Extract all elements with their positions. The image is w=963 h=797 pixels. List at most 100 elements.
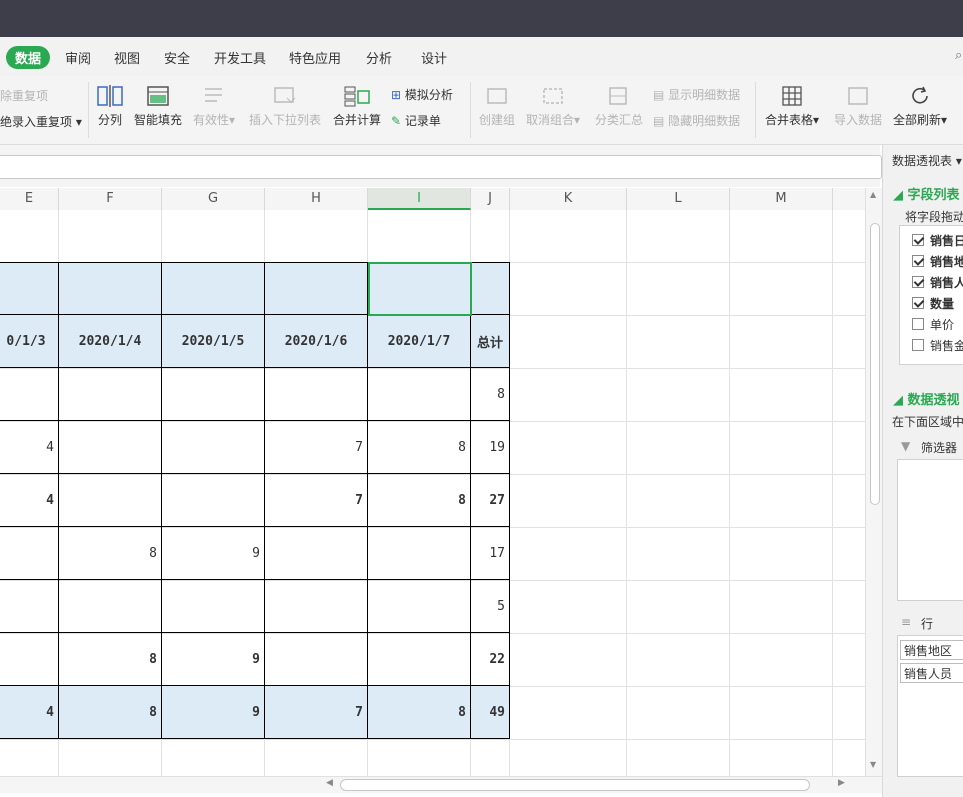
pivot-data-cell[interactable]: 7 — [265, 474, 368, 527]
pivot-data-cell[interactable]: 8 — [368, 474, 471, 527]
pivot-column-header-cell[interactable]: 2020/1/7 — [368, 315, 471, 368]
pivot-total-cell[interactable]: 4 — [0, 686, 59, 739]
pivot-panel-title[interactable]: 数据透视表 ▾ — [892, 152, 962, 169]
import-data-button[interactable]: 导入数据 — [834, 85, 882, 128]
tab-developer[interactable]: 开发工具 — [214, 48, 266, 67]
validity-button[interactable]: 有效性▾ — [193, 85, 235, 128]
pivot-data-cell[interactable] — [162, 368, 265, 421]
pivot-header-blank-cell[interactable] — [471, 262, 510, 315]
field-checkbox-4[interactable] — [912, 318, 924, 330]
column-header-h[interactable]: H — [265, 188, 368, 210]
pivot-column-header-cell[interactable]: 2020/1/6 — [265, 315, 368, 368]
pivot-data-cell[interactable]: 9 — [162, 527, 265, 580]
tab-data[interactable]: 数据 — [6, 46, 51, 69]
pivot-data-cell[interactable] — [0, 633, 59, 686]
pivot-data-cell[interactable] — [162, 421, 265, 474]
pivot-data-cell[interactable] — [59, 368, 162, 421]
reject-duplicates-button[interactable]: 拒绝录入重复项 ▾ — [0, 113, 82, 130]
pivot-areas-section[interactable]: ◢ 数据透视 — [893, 389, 960, 408]
column-header-l[interactable]: L — [627, 188, 730, 210]
column-header-m[interactable]: M — [730, 188, 833, 210]
pivot-data-cell[interactable] — [0, 368, 59, 421]
pivot-column-header-cell[interactable]: 总计 — [471, 315, 510, 368]
search-icon[interactable]: ⌕ — [955, 48, 962, 63]
row-field-tag-0[interactable]: 销售地区 — [900, 640, 963, 660]
pivot-data-cell[interactable] — [368, 633, 471, 686]
field-checkbox-5[interactable] — [912, 339, 924, 351]
pivot-data-cell[interactable] — [0, 527, 59, 580]
scroll-down-icon[interactable]: ▼ — [870, 760, 876, 769]
pivot-data-cell[interactable]: 8 — [471, 368, 510, 421]
pivot-header-blank-cell[interactable] — [265, 262, 368, 315]
horizontal-scrollbar[interactable]: ◀ ▶ — [0, 776, 882, 793]
pivot-header-blank-cell[interactable] — [59, 262, 162, 315]
consolidate-button[interactable]: 合并计算 — [333, 85, 381, 128]
selected-cell[interactable] — [368, 262, 472, 316]
pivot-header-blank-cell[interactable] — [0, 262, 59, 315]
vertical-scrollbar[interactable]: ▲ ▼ — [865, 188, 883, 776]
pivot-data-cell[interactable]: 8 — [368, 421, 471, 474]
show-detail-button[interactable]: ▤ 显示明细数据 — [653, 86, 740, 103]
pivot-data-cell[interactable] — [59, 421, 162, 474]
pivot-data-cell[interactable]: 27 — [471, 474, 510, 527]
pivot-total-cell[interactable]: 7 — [265, 686, 368, 739]
field-checkbox-1[interactable] — [912, 255, 924, 267]
horizontal-scroll-thumb[interactable] — [340, 779, 810, 791]
pivot-data-cell[interactable] — [368, 368, 471, 421]
subtotal-button[interactable]: 分类汇总 — [595, 85, 643, 128]
pivot-data-cell[interactable] — [59, 474, 162, 527]
pivot-column-header-cell[interactable]: 2020/1/4 — [59, 315, 162, 368]
insert-dropdown-button[interactable]: 插入下拉列表 — [249, 85, 321, 128]
column-header-e[interactable]: E — [0, 188, 59, 210]
pivot-data-cell[interactable] — [368, 580, 471, 633]
tab-analyze[interactable]: 分析 — [366, 48, 392, 67]
pivot-data-cell[interactable]: 8 — [59, 527, 162, 580]
scroll-up-icon[interactable]: ▲ — [870, 190, 876, 199]
pivot-data-cell[interactable]: 8 — [59, 633, 162, 686]
what-if-button[interactable]: ⊞ 模拟分析 — [391, 86, 453, 103]
pivot-data-cell[interactable]: 4 — [0, 421, 59, 474]
row-field-tag-1[interactable]: 销售人员 — [900, 663, 963, 683]
pivot-data-cell[interactable]: 5 — [471, 580, 510, 633]
scroll-left-icon[interactable]: ◀ — [326, 778, 333, 788]
tab-view[interactable]: 视图 — [114, 48, 140, 67]
ungroup-button[interactable]: 取消组合▾ — [526, 85, 580, 128]
column-header-k[interactable]: K — [510, 188, 627, 210]
column-header-i[interactable]: I — [368, 188, 471, 210]
field-checkbox-3[interactable] — [912, 297, 924, 309]
filter-drop-area[interactable] — [897, 459, 963, 601]
tab-features[interactable]: 特色应用 — [289, 48, 341, 67]
refresh-all-button[interactable]: 全部刷新▾ — [893, 85, 947, 128]
field-list-section[interactable]: ◢ 字段列表 — [893, 184, 960, 203]
pivot-total-cell[interactable]: 49 — [471, 686, 510, 739]
pivot-data-cell[interactable] — [162, 474, 265, 527]
pivot-data-cell[interactable]: 7 — [265, 421, 368, 474]
pivot-data-cell[interactable] — [59, 580, 162, 633]
scroll-right-icon[interactable]: ▶ — [838, 778, 845, 788]
split-column-button[interactable]: 分列 — [97, 85, 123, 128]
pivot-data-cell[interactable] — [368, 527, 471, 580]
pivot-data-cell[interactable] — [265, 368, 368, 421]
pivot-column-header-cell[interactable]: 0/1/3 — [0, 315, 59, 368]
vertical-scroll-thumb[interactable] — [870, 223, 880, 505]
pivot-header-blank-cell[interactable] — [162, 262, 265, 315]
column-header-g[interactable]: G — [162, 188, 265, 210]
smart-fill-button[interactable]: 智能填充 — [134, 85, 182, 128]
column-header-f[interactable]: F — [59, 188, 162, 210]
pivot-data-cell[interactable]: 22 — [471, 633, 510, 686]
remove-duplicates-button[interactable]: 除重复项 — [0, 87, 48, 104]
formula-input[interactable] — [0, 155, 882, 179]
tab-review[interactable]: 审阅 — [65, 48, 91, 67]
pivot-data-cell[interactable] — [162, 580, 265, 633]
record-form-button[interactable]: ✎ 记录单 — [391, 112, 441, 129]
create-group-button[interactable]: 创建组 — [479, 85, 515, 128]
pivot-data-cell[interactable]: 17 — [471, 527, 510, 580]
column-header-j[interactable]: J — [471, 188, 510, 210]
pivot-data-cell[interactable] — [0, 580, 59, 633]
pivot-data-cell[interactable]: 9 — [162, 633, 265, 686]
pivot-total-cell[interactable]: 9 — [162, 686, 265, 739]
pivot-data-cell[interactable]: 19 — [471, 421, 510, 474]
field-checkbox-0[interactable] — [912, 234, 924, 246]
rows-drop-area[interactable]: 销售地区 销售人员 — [897, 635, 963, 777]
tab-design[interactable]: 设计 — [421, 48, 447, 67]
